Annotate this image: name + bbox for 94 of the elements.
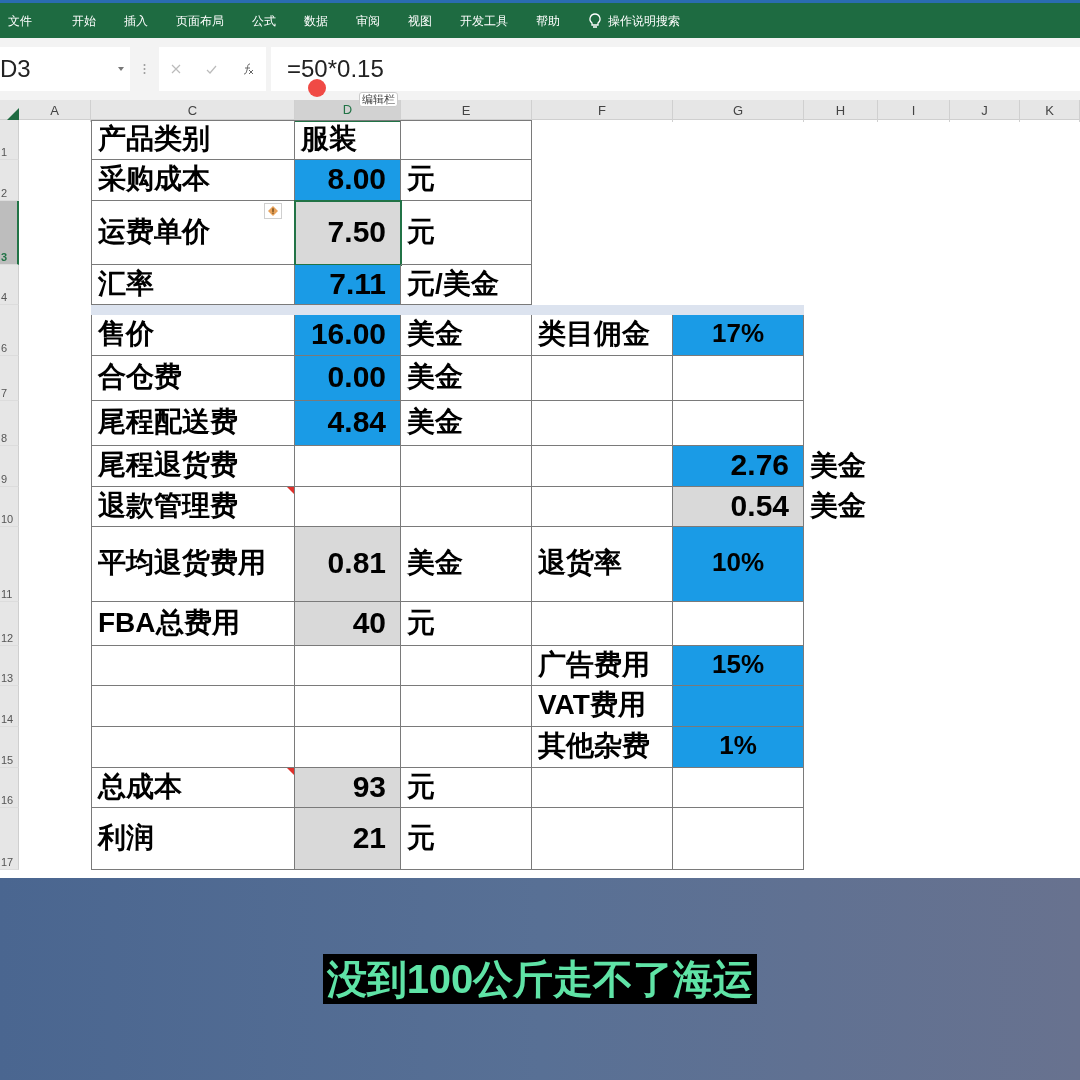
row-header[interactable]: 4	[0, 265, 19, 305]
row-header[interactable]: 8	[0, 401, 19, 446]
ribbon-tab[interactable]: 帮助	[522, 3, 574, 38]
cell-text: 元	[406, 772, 435, 803]
row-header[interactable]: 13	[0, 646, 19, 686]
cell-text: 运费单价	[97, 217, 210, 248]
row-header[interactable]: 17	[0, 808, 19, 870]
cell-text: 0.00	[327, 362, 387, 394]
cell-text: 元	[406, 608, 435, 639]
cursor-dot-icon	[308, 79, 326, 97]
cell-text: 0.81	[327, 548, 387, 580]
cell-text: 美金	[406, 363, 463, 393]
row-header[interactable]: 11	[0, 527, 19, 602]
cell-text: 元/美金	[406, 269, 499, 300]
cell-text: 21	[352, 822, 387, 855]
row-header[interactable]: 15	[0, 727, 19, 768]
cell-text: FBA总费用	[97, 608, 240, 639]
cell-text: 4.84	[327, 407, 387, 439]
cell-text: 服装	[300, 125, 357, 155]
tooltip: 编辑栏	[359, 92, 398, 107]
function-icon[interactable]	[241, 63, 254, 75]
cell-text: 汇率	[97, 269, 154, 300]
cell-text: 元	[406, 165, 435, 195]
caret-icon[interactable]	[118, 67, 124, 71]
cell-text: 10%	[711, 549, 764, 579]
cell-text: 美金	[406, 320, 463, 350]
subtitle: 没到100公斤走不了海运	[322, 954, 758, 1004]
cell-text: 40	[352, 607, 387, 640]
cell-text: 平均退货费用	[97, 549, 266, 579]
cell-text: 7.50	[327, 216, 387, 249]
warning-icon[interactable]	[264, 203, 282, 219]
column-header[interactable]: I	[878, 100, 950, 122]
cell-text: 其他杂费	[537, 732, 650, 762]
ribbon-tab[interactable]: 文件	[0, 3, 58, 38]
cell-text: 美金	[809, 492, 866, 522]
column-header[interactable]: A	[19, 100, 91, 122]
cell-text: 美金	[809, 451, 866, 482]
column-header[interactable]: J	[950, 100, 1020, 122]
row-header[interactable]: 14	[0, 686, 19, 727]
check-icon[interactable]	[206, 64, 217, 74]
cell-text: 采购成本	[97, 165, 210, 195]
comment-marker-icon[interactable]	[287, 768, 294, 775]
cell-text: 93	[352, 771, 387, 804]
column-header[interactable]: H	[804, 100, 878, 122]
row-header[interactable]: 6	[0, 315, 19, 356]
ribbon-tab[interactable]: 开发工具	[446, 3, 522, 38]
cell-text: 售价	[97, 320, 154, 350]
column-header[interactable]: F	[532, 100, 673, 122]
cell-text: VAT费用	[537, 691, 646, 721]
cell-text: 7.11	[329, 268, 387, 301]
cell-text: 1%	[719, 732, 757, 762]
cell-text: 0.54	[730, 490, 790, 523]
grip-icon	[143, 63, 146, 75]
search-field[interactable]: 操作说明搜索	[608, 11, 680, 30]
ribbon-tab[interactable]: 数据	[290, 3, 342, 38]
row-header[interactable]: 1	[0, 120, 19, 160]
row-header[interactable]: 7	[0, 356, 19, 401]
cell-text: 产品类别	[97, 125, 210, 155]
formula-field[interactable]: =50*0.15	[271, 47, 1080, 91]
row-header[interactable]: 9	[0, 446, 19, 487]
cell-text: 8.00	[327, 164, 387, 196]
cell-text: 退款管理费	[97, 491, 238, 522]
cell-text: 元	[406, 823, 435, 854]
row-header[interactable]: 10	[0, 487, 19, 527]
cell-text: 尾程退货费	[97, 451, 238, 481]
cell-text: 广告费用	[537, 650, 650, 681]
cell-text: 17%	[711, 320, 764, 350]
row-header[interactable]: 12	[0, 602, 19, 646]
cell-text: 利润	[96, 823, 154, 854]
comment-marker-icon[interactable]	[287, 487, 294, 494]
cell-text: 16.00	[310, 319, 387, 351]
row-header[interactable]: 2	[0, 160, 19, 201]
column-header[interactable]: G	[673, 100, 804, 122]
cell-text: 退货率	[537, 549, 622, 579]
ribbon-tab[interactable]: 视图	[394, 3, 446, 38]
cell-text: 美金	[406, 408, 463, 438]
ribbon-tab[interactable]: 页面布局	[162, 3, 238, 38]
ribbon-tab[interactable]: 开始	[58, 3, 110, 38]
cell-text: 尾程配送费	[97, 408, 238, 438]
row-header[interactable]: 16	[0, 768, 19, 808]
lightbulb-icon[interactable]	[588, 12, 602, 29]
name-box[interactable]: D3	[0, 47, 130, 91]
cell-text: 2.76	[730, 450, 790, 482]
cell-text: 总成本	[96, 772, 182, 803]
cell-text: 15%	[711, 650, 764, 681]
cell-text: 元	[406, 217, 435, 248]
cell-text: 类目佣金	[537, 320, 650, 350]
column-header[interactable]: K	[1020, 100, 1080, 122]
ribbon-tab[interactable]: 公式	[238, 3, 290, 38]
ribbon-tab[interactable]: 审阅	[342, 3, 394, 38]
ribbon-tab[interactable]: 插入	[110, 3, 162, 38]
column-header[interactable]: E	[401, 100, 532, 122]
cell-text: 合仓费	[97, 363, 182, 393]
cell-text: 美金	[406, 549, 463, 579]
